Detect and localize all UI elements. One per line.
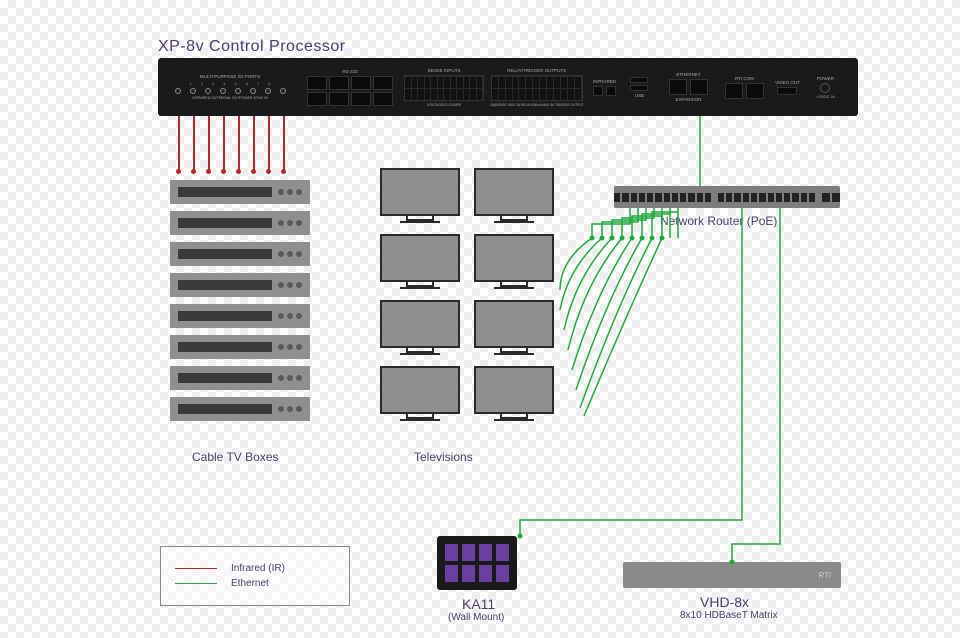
cable-box [170,366,310,390]
expansion-label: EXPANSION [676,97,702,102]
router-label: Network Router (PoE) [660,214,777,228]
cable-box [170,273,310,297]
relay-outputs [491,75,583,101]
legend-label-infrared: Infrared (IR) [231,563,285,574]
diagram-title: XP-8v Control Processor [158,38,346,56]
legend: Infrared (IR) Ethernet [160,546,350,606]
vhd-matrix: RTI [623,562,841,588]
cable-box [170,211,310,235]
ka11-title: KA11 [462,596,495,612]
usb-label: USB [635,93,644,98]
cable-box [170,335,310,359]
television [472,366,556,428]
ka11-wall-mount [437,536,517,590]
ethernet-label: ETHERNET [676,72,700,77]
legend-label-ethernet: Ethernet [231,578,269,589]
infrared-wires [174,116,294,176]
television [378,168,462,230]
network-router [614,186,840,208]
televisions-label: Televisions [414,450,473,464]
power-sub-label: +12VDC 1A [816,95,835,99]
video-label: VIDEO OUT [775,80,800,85]
cable-box [170,180,310,204]
rs232-ports [307,76,393,106]
sense-label: SENSE INPUTS [427,68,460,73]
relay-sub-label: 3A@30VDC MAX 3A RELAY/150mA MAX 3A TRIGG… [490,103,583,107]
television [378,300,462,362]
cable-box [170,242,310,266]
television [378,366,462,428]
television [472,234,556,296]
cable-tv-boxes [170,180,310,421]
sense-inputs [404,75,484,101]
ir-label: INFRARED [593,79,616,84]
television [378,234,462,296]
rs232-label: RS-232 [342,69,357,74]
vhd-subtitle: 8x10 HDBaseT Matrix [680,610,778,621]
legend-line-infrared [175,568,217,570]
television [472,300,556,362]
io-sub-label: INFRARED OUTSERIAL OUTPOWER SYNC IN [192,96,267,100]
io-ports-row [175,88,286,94]
sense-sub-label: VOLTAGE/CLOSURE [427,103,461,107]
power-label: POWER [817,76,834,81]
televisions-grid [378,168,556,428]
cable-boxes-label: Cable TV Boxes [192,450,279,464]
television [472,168,556,230]
rticom-label: RTI COM [735,76,754,81]
vhd-title: VHD-8x [700,594,749,610]
ethernet-port [669,79,687,95]
ka11-subtitle: (Wall Mount) [448,612,504,623]
control-processor: MULTI-PURPOSE I/O PORTS 12345678 INFRARE… [158,58,858,116]
io-ports-label: MULTI-PURPOSE I/O PORTS [200,74,261,79]
relay-label: RELAY/TRIGGER OUTPUTS [507,68,566,73]
cable-box [170,397,310,421]
legend-line-ethernet [175,583,217,585]
cable-box [170,304,310,328]
